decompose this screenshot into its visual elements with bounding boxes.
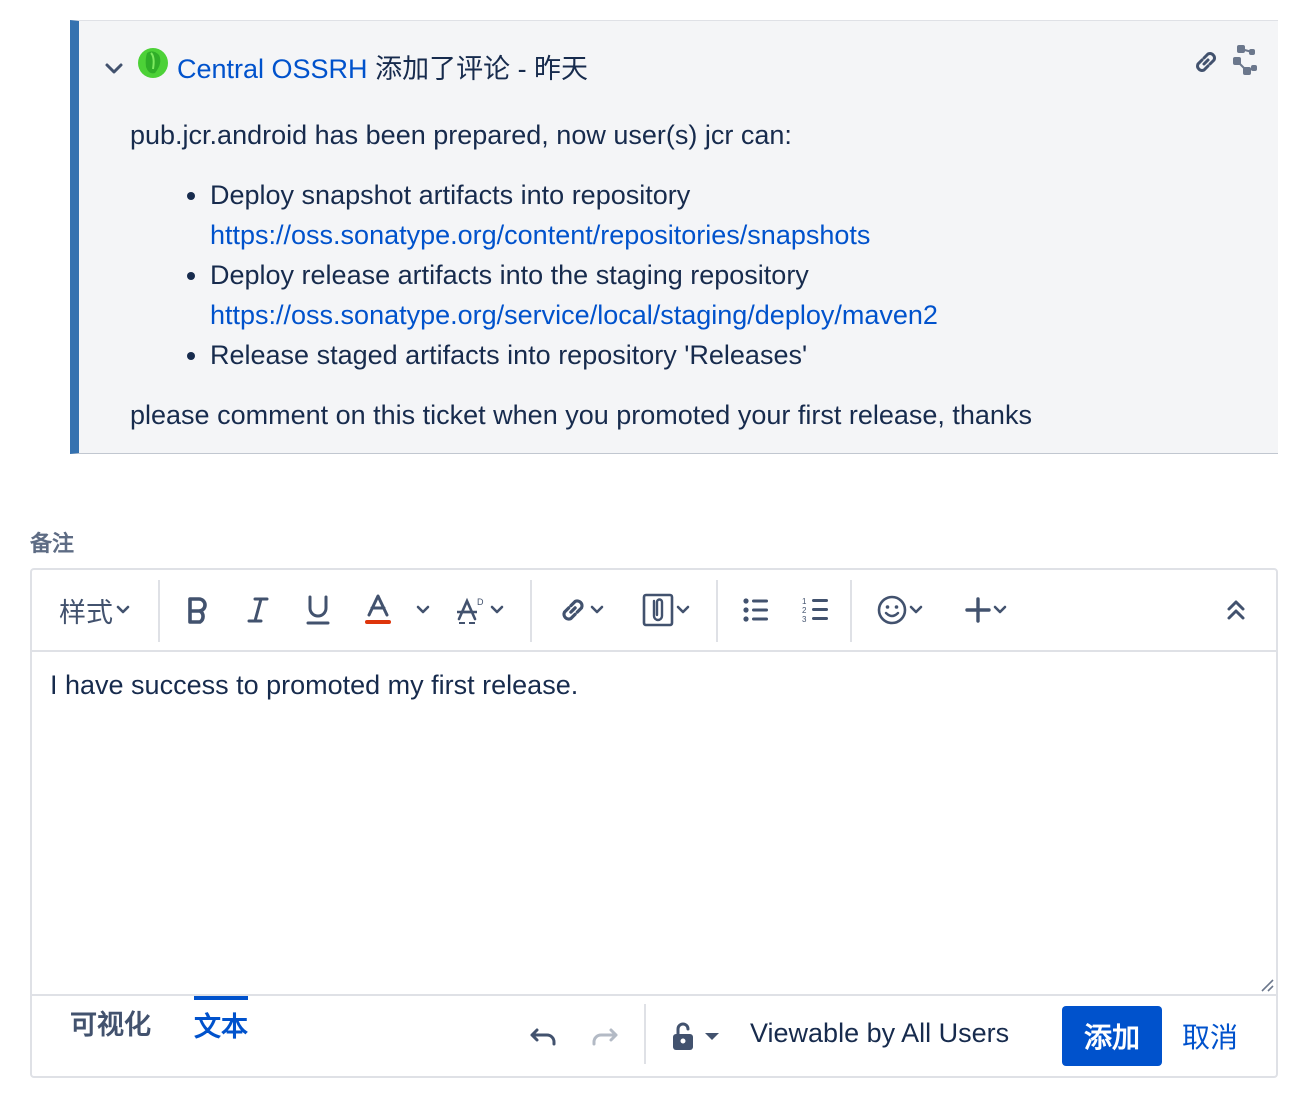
footer-divider: [644, 1004, 646, 1064]
chevron-down-icon: [490, 605, 504, 614]
list-item-text: Deploy snapshot artifacts into repositor…: [210, 180, 691, 210]
unlock-icon: [673, 1022, 693, 1050]
underline-button[interactable]: [296, 588, 340, 632]
chevron-down-icon: [590, 605, 604, 614]
editor-content[interactable]: I have success to promoted my first rele…: [50, 670, 578, 701]
numbered-list-button[interactable]: 123: [794, 588, 838, 632]
svg-text:D: D: [477, 597, 484, 607]
tab-visual[interactable]: 可视化: [70, 996, 151, 1046]
add-button[interactable]: 添加: [1062, 1006, 1162, 1066]
toolbar-divider: [850, 580, 852, 642]
text-effects-icon: D: [457, 597, 484, 624]
chevron-down-icon: [416, 605, 430, 614]
undo-icon: [530, 1028, 556, 1046]
comment-action-text: 添加了评论 - 昨天: [367, 54, 589, 84]
list-item: Release staged artifacts into repository…: [210, 335, 1250, 375]
link-dropdown[interactable]: [550, 588, 612, 632]
caret-down-icon: [705, 1033, 719, 1040]
comment-editor: 样式 D 1 2 3 I have success to promoted my…: [30, 568, 1278, 1078]
collapse-toolbar-icon: [1227, 600, 1245, 620]
numbered-list-icon: 123: [802, 597, 828, 624]
editor-footer: 可视化 文本 Viewable by All Users 添加 取消: [32, 996, 1276, 1076]
comment-outro: please comment on this ticket when you p…: [130, 400, 1032, 430]
remark-label: 备注: [30, 531, 75, 556]
attachment-dropdown[interactable]: [634, 588, 698, 632]
visibility-dropdown[interactable]: [664, 1014, 726, 1058]
emoji-icon: [877, 595, 907, 625]
comment-header: Central OSSRH 添加了评论 - 昨天: [177, 51, 588, 87]
redo-button[interactable]: [584, 1014, 624, 1058]
list-item-text: Deploy release artifacts into the stagin…: [210, 260, 809, 290]
bold-button[interactable]: [176, 588, 220, 632]
underline-icon: [306, 595, 330, 625]
branch-icon[interactable]: [1229, 43, 1259, 77]
chevron-down-icon: [676, 605, 690, 614]
tab-text[interactable]: 文本: [194, 996, 248, 1050]
chevron-down-icon: [993, 605, 1007, 614]
style-dropdown-label: 样式: [59, 597, 113, 628]
undo-button[interactable]: [524, 1014, 564, 1058]
comment-intro: pub.jcr.android has been prepared, now u…: [130, 120, 792, 150]
chevron-down-icon: [909, 605, 923, 614]
text-effects-dropdown[interactable]: D: [448, 588, 512, 632]
comment-body: pub.jcr.android has been prepared, now u…: [130, 115, 1250, 435]
bold-icon: [188, 597, 207, 624]
svg-text:3: 3: [802, 615, 807, 624]
permalink-icon[interactable]: [1191, 47, 1221, 77]
toolbar-divider: [716, 580, 718, 642]
bullet-list-icon: [743, 598, 768, 622]
staging-deploy-link[interactable]: https://oss.sonatype.org/service/local/s…: [210, 295, 1250, 335]
svg-text:2: 2: [802, 606, 807, 615]
list-item: Deploy snapshot artifacts into repositor…: [210, 175, 1250, 255]
italic-icon: [247, 597, 269, 623]
resize-handle-icon[interactable]: [1258, 976, 1274, 992]
text-color-icon: [365, 594, 391, 624]
cancel-button[interactable]: 取消: [1182, 1006, 1238, 1066]
attachment-icon: [642, 593, 674, 627]
redo-icon: [592, 1028, 618, 1046]
insert-more-icon: [965, 597, 991, 623]
text-color-dropdown[interactable]: [408, 588, 438, 632]
snapshots-repo-link[interactable]: https://oss.sonatype.org/content/reposit…: [210, 215, 1250, 255]
bullet-list-button[interactable]: [734, 588, 778, 632]
collapse-chevron-icon[interactable]: [103, 57, 125, 79]
insert-more-dropdown[interactable]: [956, 588, 1016, 632]
author-link[interactable]: Central OSSRH: [177, 54, 368, 84]
svg-text:1: 1: [802, 597, 807, 606]
chevron-down-icon: [116, 605, 130, 614]
toolbar-divider: [530, 580, 532, 642]
italic-button[interactable]: [236, 588, 280, 632]
list-item: Deploy release artifacts into the stagin…: [210, 255, 1250, 335]
link-icon: [562, 599, 584, 621]
comment-list: Deploy snapshot artifacts into repositor…: [130, 175, 1250, 375]
list-item-text: Release staged artifacts into repository…: [210, 340, 808, 370]
comment-block: Central OSSRH 添加了评论 - 昨天 pub.jcr.android…: [70, 20, 1278, 454]
visibility-label: Viewable by All Users: [750, 1018, 1010, 1048]
emoji-dropdown[interactable]: [870, 588, 930, 632]
editor-toolbar: 样式 D 1 2 3: [32, 570, 1276, 652]
style-dropdown[interactable]: 样式: [54, 588, 136, 632]
toolbar-divider: [158, 580, 160, 642]
author-avatar[interactable]: [137, 47, 169, 79]
comment-textarea[interactable]: I have success to promoted my first rele…: [32, 652, 1276, 996]
collapse-toolbar-button[interactable]: [1216, 588, 1256, 632]
text-color-button[interactable]: [356, 588, 400, 632]
